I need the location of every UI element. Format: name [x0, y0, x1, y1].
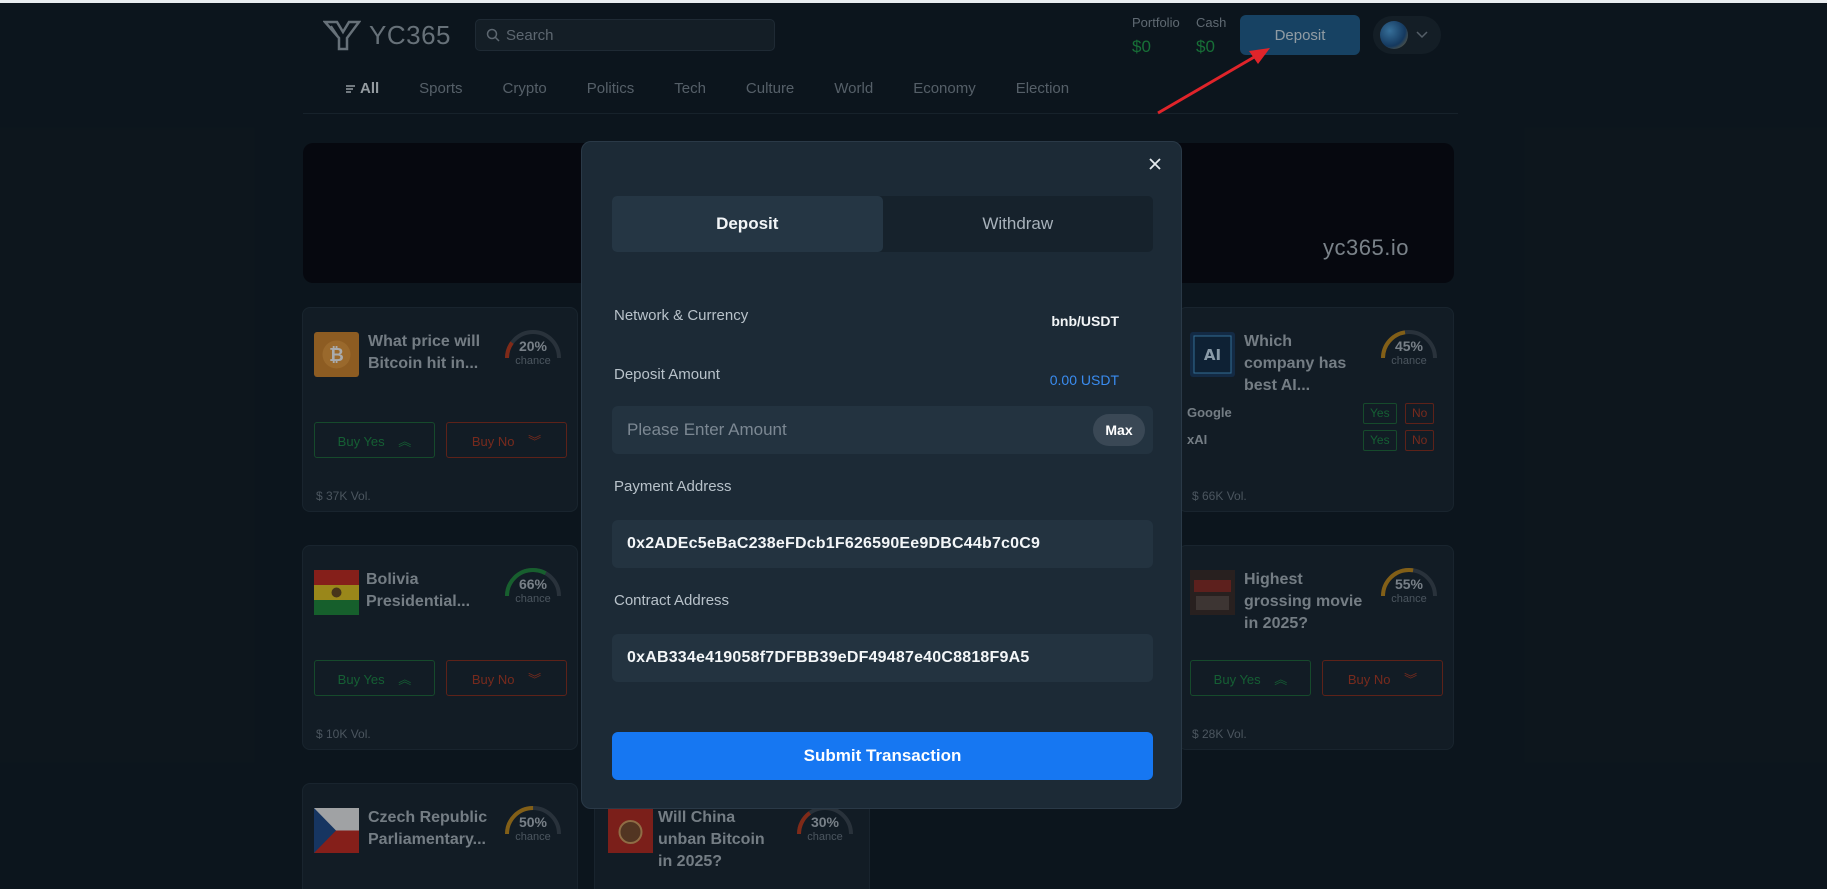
submit-transaction-button[interactable]: Submit Transaction [612, 732, 1153, 780]
deposit-withdraw-tabs: Deposit Withdraw [612, 196, 1153, 252]
max-button[interactable]: Max [1093, 414, 1145, 446]
network-value[interactable]: bnb/USDT [1051, 313, 1119, 329]
payment-address-field[interactable]: 0x2ADEc5eBaC238eFDcb1F626590Ee9DBC44b7c0… [612, 520, 1153, 568]
payment-address-value[interactable]: 0x2ADEc5eBaC238eFDcb1F626590Ee9DBC44b7c0… [627, 535, 1040, 553]
contract-address-value[interactable]: 0xAB334e419058f7DFBB39eDF49487e40C8818F9… [627, 649, 1029, 667]
deposit-amount-label: Deposit Amount [614, 366, 720, 383]
contract-address-label: Contract Address [614, 592, 730, 609]
deposit-modal: Deposit Withdraw Network & Currency bnb/… [581, 141, 1182, 809]
tab-withdraw[interactable]: Withdraw [883, 196, 1154, 252]
tab-deposit[interactable]: Deposit [612, 196, 883, 252]
amount-field[interactable]: Max [612, 406, 1153, 454]
amount-input[interactable] [627, 420, 1093, 440]
close-button[interactable] [1143, 152, 1167, 176]
deposit-amount-value: 0.00 USDT [1049, 372, 1119, 388]
close-icon [1149, 158, 1161, 170]
network-label: Network & Currency [614, 307, 749, 324]
payment-address-label: Payment Address [614, 478, 732, 495]
contract-address-field[interactable]: 0xAB334e419058f7DFBB39eDF49487e40C8818F9… [612, 634, 1153, 682]
